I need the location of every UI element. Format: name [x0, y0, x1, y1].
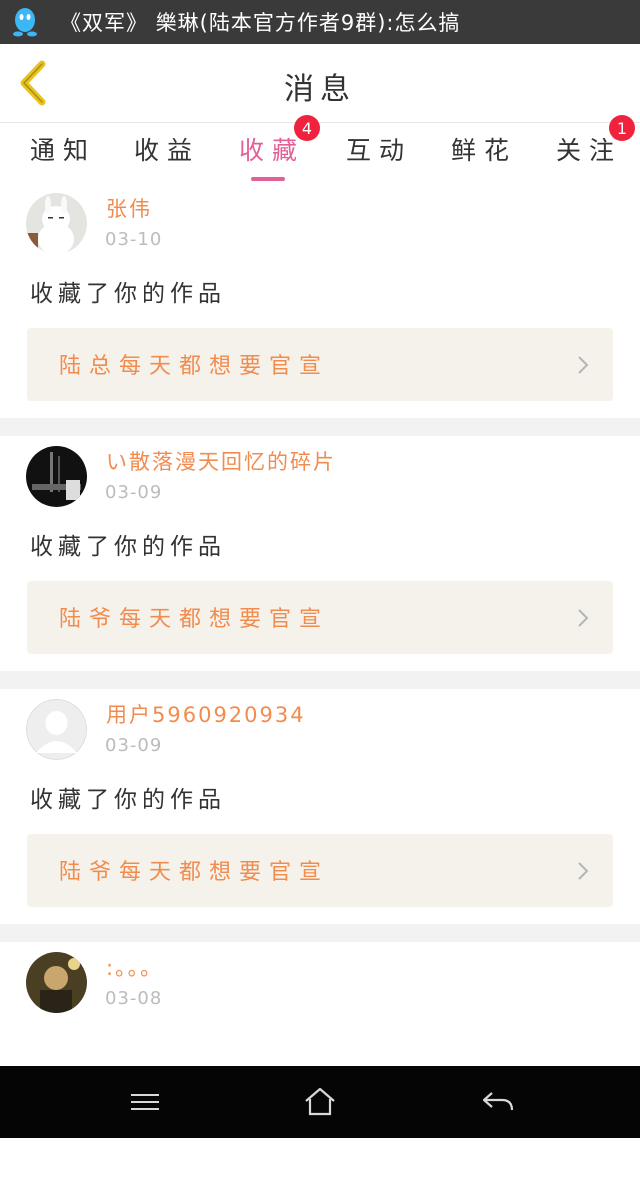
favorites-badge: 4	[294, 115, 320, 141]
work-title: 陆总每天都想要官宣	[59, 354, 330, 379]
chevron-right-icon	[578, 609, 589, 627]
timestamp: 03-10	[105, 229, 163, 250]
default-user-avatar[interactable]	[26, 699, 87, 760]
photo-avatar[interactable]	[26, 952, 87, 1013]
message-list: 张伟 03-10 收藏了你的作品 陆总每天都想要官宣 い散落漫天回忆的碎片 03…	[0, 183, 640, 1177]
action-text: 收藏了你的作品	[30, 787, 226, 813]
work-link-card[interactable]: 陆总每天都想要官宣	[27, 328, 613, 401]
work-title: 陆爷每天都想要官宣	[59, 607, 330, 632]
chevron-right-icon	[578, 862, 589, 880]
work-link-card[interactable]: 陆爷每天都想要官宣	[27, 834, 613, 907]
notification-text: 《双军》 樂琳(陆本官方作者9群):怎么搞	[60, 11, 461, 35]
tab-bar: 通知 收益 收藏 4 互动 鲜花 关注 1	[0, 115, 640, 183]
dark-photo-avatar[interactable]	[26, 446, 87, 507]
username[interactable]: い散落漫天回忆的碎片	[106, 446, 336, 476]
home-icon[interactable]	[300, 1084, 340, 1120]
active-tab-indicator	[251, 177, 285, 181]
header: 消息	[0, 44, 640, 123]
tab-favorites[interactable]: 收藏	[239, 131, 305, 181]
username[interactable]: :。。。	[106, 952, 163, 982]
message-item: 用户5960920934 03-09 收藏了你的作品 陆爷每天都想要官宣	[0, 689, 640, 924]
timestamp: 03-09	[105, 482, 163, 503]
back-arrow-icon[interactable]	[478, 1084, 518, 1120]
page-title: 消息	[284, 72, 356, 107]
tab-earnings[interactable]: 收益	[134, 131, 200, 181]
tab-follows[interactable]: 关注	[556, 131, 622, 181]
timestamp: 03-09	[105, 735, 163, 756]
divider	[0, 418, 640, 436]
username[interactable]: 张伟	[106, 193, 152, 223]
tab-flowers[interactable]: 鲜花	[451, 131, 517, 181]
message-item: 张伟 03-10 收藏了你的作品 陆总每天都想要官宣	[0, 183, 640, 418]
message-item: い散落漫天回忆的碎片 03-09 收藏了你的作品 陆爷每天都想要官宣	[0, 436, 640, 671]
tab-notifications[interactable]: 通知	[30, 131, 96, 181]
message-item: :。。。 03-08	[0, 942, 640, 1177]
status-bar: 《双军》 樂琳(陆本官方作者9群):怎么搞	[0, 0, 640, 44]
action-text: 收藏了你的作品	[30, 281, 226, 307]
divider	[0, 924, 640, 942]
divider	[0, 671, 640, 689]
chevron-right-icon	[578, 356, 589, 374]
tab-interactions[interactable]: 互动	[346, 131, 412, 181]
action-text: 收藏了你的作品	[30, 534, 226, 560]
follows-badge: 1	[609, 115, 635, 141]
menu-icon[interactable]	[125, 1084, 165, 1120]
username[interactable]: 用户5960920934	[106, 699, 306, 729]
qq-penguin-icon	[13, 8, 37, 37]
work-title: 陆爷每天都想要官宣	[59, 860, 330, 885]
system-nav-bar	[0, 1066, 640, 1138]
rabbit-avatar[interactable]	[26, 193, 87, 254]
timestamp: 03-08	[105, 988, 163, 1009]
work-link-card[interactable]: 陆爷每天都想要官宣	[27, 581, 613, 654]
